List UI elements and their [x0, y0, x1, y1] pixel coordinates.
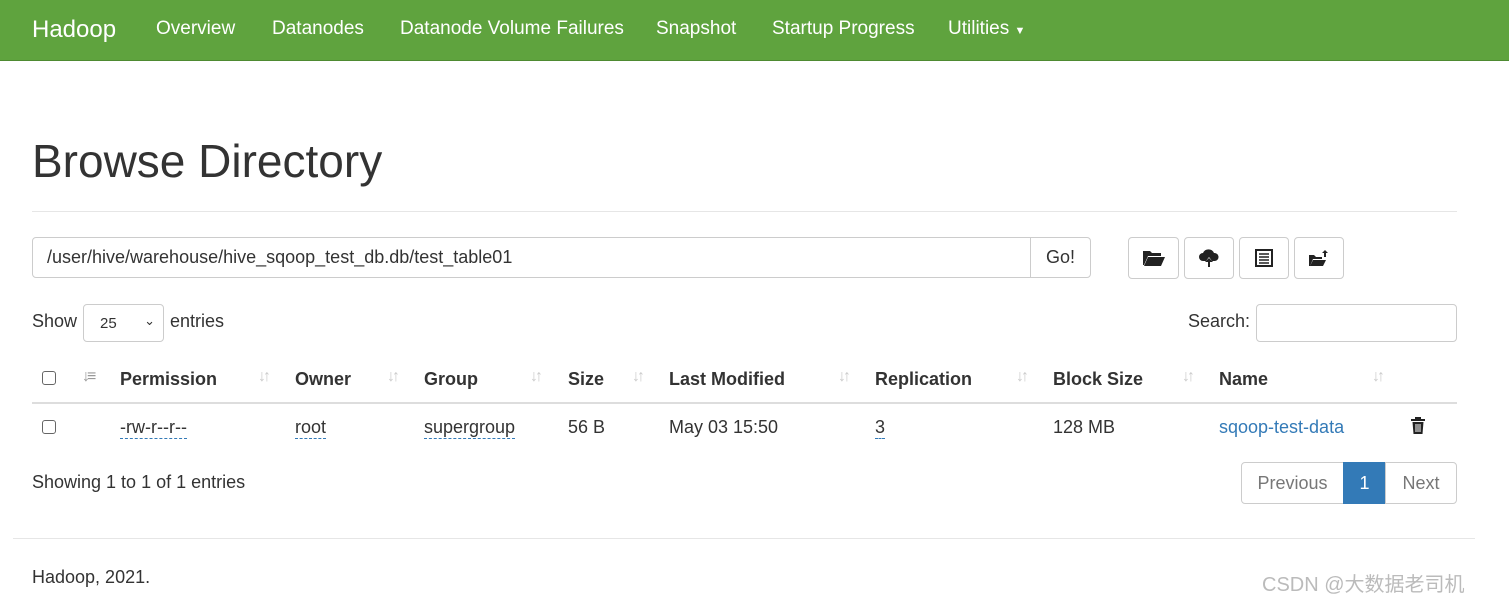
search-label: Search:: [1188, 311, 1251, 331]
nav-utilities-label: Utilities: [948, 18, 1010, 39]
page-1-button[interactable]: 1: [1343, 462, 1386, 504]
header-group[interactable]: Group: [424, 369, 478, 390]
page-length-select[interactable]: 25 ⌄: [83, 304, 164, 342]
sort-icon[interactable]: ↓↑: [838, 368, 851, 386]
create-directory-button[interactable]: [1128, 237, 1179, 279]
go-button[interactable]: Go!: [1030, 237, 1091, 278]
header-divider: [32, 402, 1457, 404]
sort-icon[interactable]: ↓↑: [1016, 368, 1029, 386]
entries-label: entries: [170, 311, 225, 331]
group-cell[interactable]: supergroup: [424, 417, 516, 439]
row-checkbox[interactable]: [42, 420, 56, 434]
size-cell: 56 B: [568, 417, 606, 437]
footer-text: Hadoop, 2021.: [32, 567, 151, 587]
header-permission[interactable]: Permission: [120, 369, 217, 390]
move-button[interactable]: [1294, 237, 1344, 279]
sort-asc-icon[interactable]: ↓≡: [82, 368, 96, 386]
list-icon: [1255, 249, 1273, 267]
replication-cell[interactable]: 3: [875, 417, 886, 439]
navbar: Hadoop Overview Datanodes Datanode Volum…: [0, 0, 1509, 61]
caret-down-icon: ▼: [1014, 25, 1026, 37]
search-input[interactable]: [1256, 304, 1457, 342]
header-replication[interactable]: Replication: [875, 369, 972, 390]
sort-icon[interactable]: ↓↑: [387, 368, 400, 386]
sort-icon[interactable]: ↓↑: [530, 368, 543, 386]
sort-icon[interactable]: ↓↑: [258, 368, 271, 386]
nav-utilities[interactable]: Utilities ▼: [948, 18, 1025, 40]
divider: [32, 211, 1457, 212]
file-name-link[interactable]: sqoop-test-data: [1219, 417, 1344, 438]
show-label: Show: [32, 311, 78, 331]
header-last-modified[interactable]: Last Modified: [669, 369, 785, 390]
chevron-down-icon: ⌄: [144, 313, 155, 328]
nav-overview[interactable]: Overview: [156, 18, 235, 40]
path-value: /user/hive/warehouse/hive_sqoop_test_db.…: [47, 247, 513, 267]
page-title: Browse Directory: [32, 135, 383, 187]
nav-startup-progress[interactable]: Startup Progress: [772, 18, 915, 40]
nav-volume-failures[interactable]: Datanode Volume Failures: [400, 18, 624, 40]
table-info: Showing 1 to 1 of 1 entries: [32, 472, 246, 492]
previous-button[interactable]: Previous: [1241, 462, 1344, 504]
page-length-value: 25: [100, 315, 117, 332]
brand-link[interactable]: Hadoop: [32, 16, 116, 44]
nav-snapshot[interactable]: Snapshot: [656, 18, 736, 40]
watermark: CSDN @大数据老司机: [1262, 574, 1465, 596]
sort-icon[interactable]: ↓↑: [1182, 368, 1195, 386]
footer-divider: [13, 538, 1475, 539]
block-size-cell: 128 MB: [1053, 417, 1116, 437]
cloud-upload-icon: [1199, 249, 1219, 267]
select-all-checkbox[interactable]: [42, 371, 56, 385]
modified-cell: May 03 15:50: [669, 417, 779, 437]
trash-icon[interactable]: [1410, 416, 1426, 435]
folder-move-icon: [1309, 250, 1328, 266]
permission-cell[interactable]: -rw-r--r--: [120, 417, 187, 439]
nav-datanodes[interactable]: Datanodes: [272, 18, 364, 40]
sort-icon[interactable]: ↓↑: [1372, 368, 1385, 386]
upload-button[interactable]: [1184, 237, 1234, 279]
header-name[interactable]: Name: [1219, 369, 1268, 390]
folder-open-icon: [1142, 251, 1165, 266]
owner-cell[interactable]: root: [295, 417, 327, 439]
header-owner[interactable]: Owner: [295, 369, 351, 390]
sort-icon[interactable]: ↓↑: [632, 368, 645, 386]
path-input[interactable]: /user/hive/warehouse/hive_sqoop_test_db.…: [32, 237, 1031, 278]
next-button[interactable]: Next: [1385, 462, 1457, 504]
list-button[interactable]: [1239, 237, 1289, 279]
header-size[interactable]: Size: [568, 369, 604, 390]
header-block-size[interactable]: Block Size: [1053, 369, 1143, 390]
